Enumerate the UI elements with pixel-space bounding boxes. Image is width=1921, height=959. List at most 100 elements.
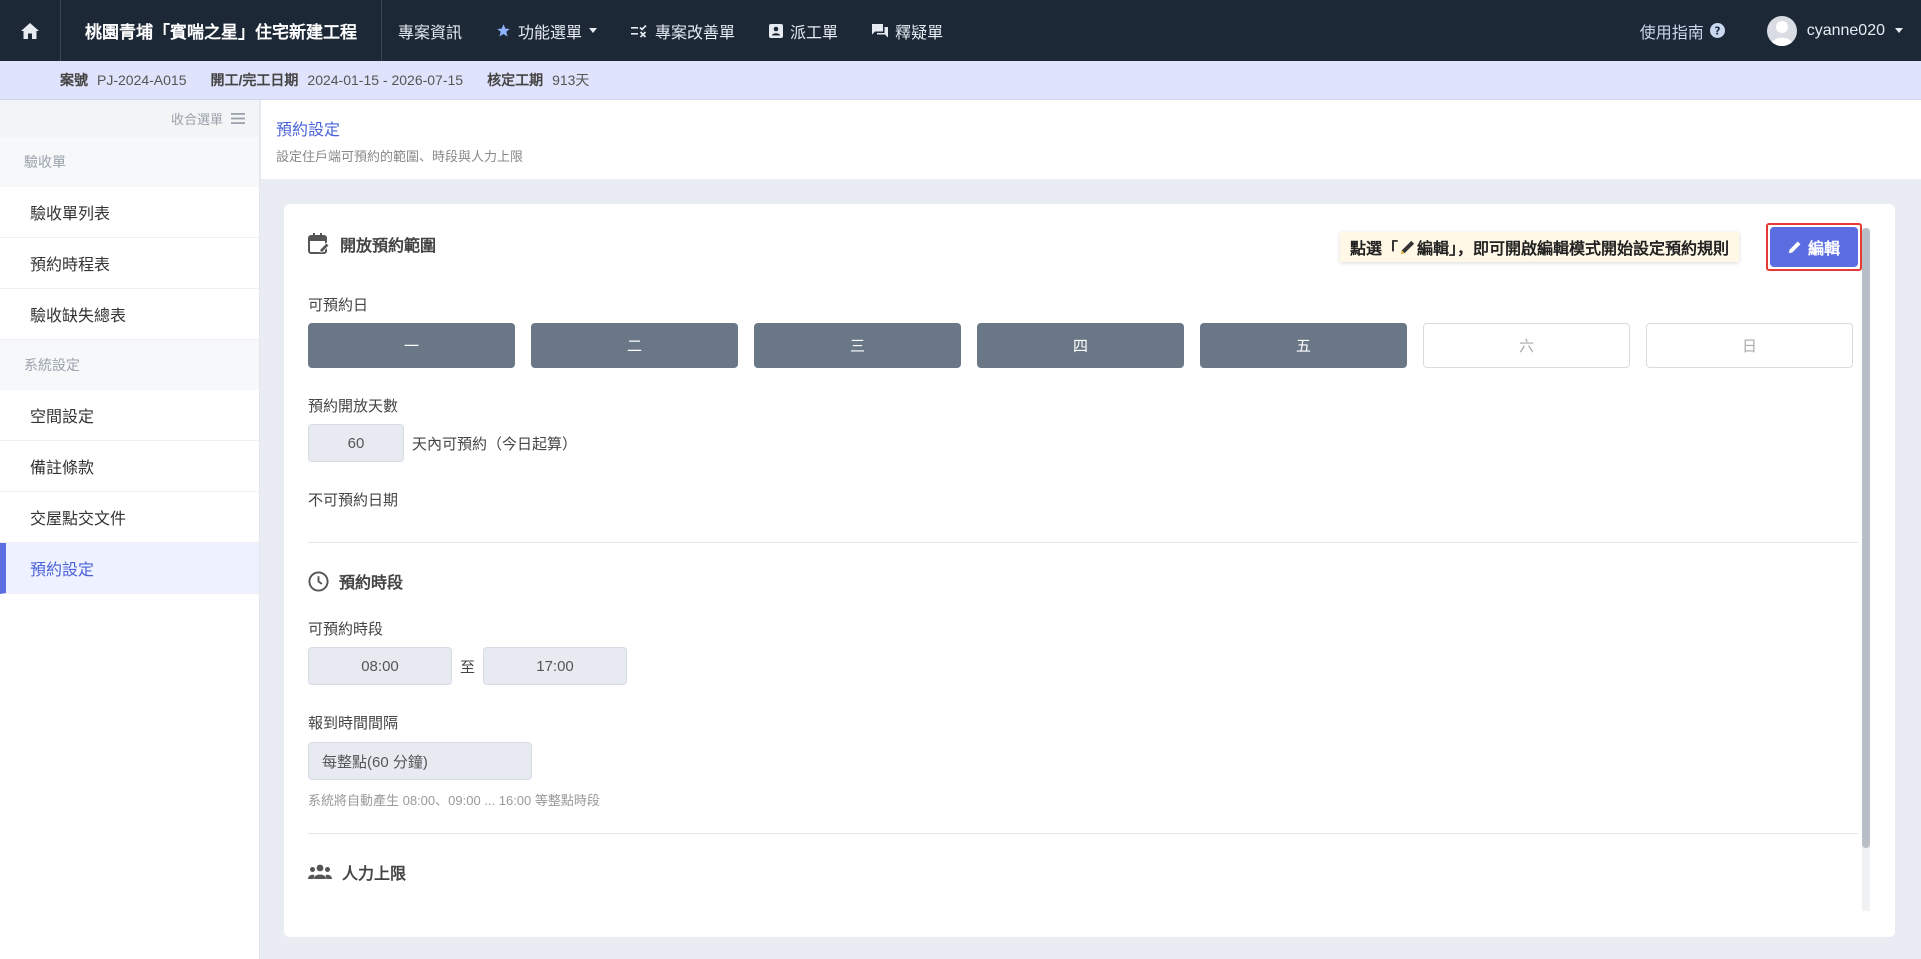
calendar-edit-icon (308, 233, 330, 254)
start-time-input[interactable]: 08:00 (308, 647, 452, 685)
section-time-slots-title: 預約時段 (308, 569, 403, 593)
weekday-toggle[interactable]: 一 (308, 323, 515, 368)
weekday-toggle[interactable]: 六 (1423, 323, 1630, 368)
divider (308, 542, 1858, 543)
weekday-toggle[interactable]: 二 (531, 323, 738, 368)
top-navbar: 桃園青埔「賓喘之星」住宅新建工程 專案資訊 功能選單 專案改善單 派工單 釋疑單… (0, 0, 1921, 61)
hamburger-icon (231, 113, 245, 124)
section-open-range-title: 開放預約範圍 (308, 232, 436, 256)
nav-project-info[interactable]: 專案資訊 (398, 19, 462, 43)
weekday-selector: 一二三四五六日 (308, 323, 1853, 368)
tooltip-edit-word: 編輯 (1417, 241, 1450, 258)
open-days-input[interactable]: 60 (308, 424, 404, 462)
info-key: 核定工期 (487, 72, 544, 88)
edit-hint-tooltip: 點選「 編輯 」，即可開啟編輯模式開始設定預約規則 (1340, 232, 1740, 262)
svg-text:?: ? (1714, 25, 1720, 37)
sidebar-section-system-settings: 系統設定 (0, 340, 259, 390)
open-days-suffix: 天內可預約（今日起算） (412, 435, 578, 453)
section-manpower-title: 人力上限 (308, 860, 406, 884)
available-days-label: 可預約日 (308, 297, 369, 314)
caret-down-icon (1895, 27, 1903, 33)
info-key: 開工/完工日期 (210, 72, 299, 88)
sidebar-item-inspection-list[interactable]: 驗收單列表 (0, 187, 259, 238)
nav-clarification-orders[interactable]: 釋疑單 (872, 19, 943, 43)
section-title-text: 人力上限 (342, 866, 407, 883)
caret-down-icon (589, 27, 598, 33)
interval-label: 報到時間間隔 (308, 715, 399, 732)
checklist-icon (631, 24, 647, 38)
time-range-row: 08:00 至 17:00 (308, 647, 628, 685)
collapse-label: 收合選單 (170, 112, 223, 127)
nav-label: 專案改善單 (655, 24, 736, 42)
weekday-toggle[interactable]: 三 (754, 323, 961, 368)
to-label: 至 (460, 658, 476, 676)
collapse-menu-button[interactable]: 收合選單 (0, 100, 259, 137)
pencil-icon (1400, 240, 1415, 254)
scrollbar-thumb[interactable] (1862, 228, 1870, 848)
guide-label: 使用指南 (1639, 24, 1704, 42)
info-value: 913天 (552, 72, 590, 88)
chat-icon (872, 23, 889, 37)
info-key: 案號 (60, 72, 88, 88)
section-title-text: 預約時段 (339, 575, 404, 592)
user-silhouette-icon (1770, 20, 1793, 46)
end-time-input[interactable]: 17:00 (483, 647, 628, 685)
case-number: 案號 PJ-2024-A015 (60, 70, 187, 90)
project-dates: 開工/完工日期 2024-01-15 - 2026-07-15 (211, 70, 464, 90)
sidebar-section-inspection: 驗收單 (0, 137, 259, 187)
nav-dispatch-orders[interactable]: 派工單 (769, 19, 838, 43)
open-days-row: 60 天內可預約（今日起算） (308, 424, 577, 462)
sidebar-item-defect-summary[interactable]: 驗收缺失總表 (0, 289, 259, 340)
sidebar-item-space-settings[interactable]: 空間設定 (0, 390, 259, 441)
sidebar-item-booking-settings[interactable]: 預約設定 (0, 543, 259, 594)
help-icon: ? (1709, 23, 1725, 38)
blocked-dates-label: 不可預約日期 (308, 492, 399, 509)
user-guide-link[interactable]: 使用指南 ? (1640, 19, 1725, 43)
project-title: 桃園青埔「賓喘之星」住宅新建工程 (61, 0, 382, 61)
nav-label: 功能選單 (518, 24, 583, 42)
nav-label: 派工單 (790, 24, 839, 42)
info-value: 2024-01-15 - 2026-07-15 (307, 72, 464, 88)
edit-button[interactable]: 編輯 (1770, 227, 1858, 267)
username: cyanne020 (1806, 21, 1885, 39)
settings-card: 開放預約範圍 可預約日 一二三四五六日 預約開放天數 60 天內可預約（今日起算… (284, 204, 1895, 937)
sidebar-item-handover-docs[interactable]: 交屋點交文件 (0, 492, 259, 543)
nav-function-menu[interactable]: 功能選單 (496, 19, 598, 43)
interval-hint: 系統將自動產生 08:00、09:00 ... 16:00 等整點時段 (308, 793, 600, 808)
avatar (1766, 15, 1797, 46)
clock-icon (308, 570, 329, 592)
users-icon (308, 864, 332, 879)
tooltip-prefix: 點選「 (1350, 241, 1399, 258)
open-days-label: 預約開放天數 (308, 398, 399, 415)
nav-improvement-orders[interactable]: 專案改善單 (631, 19, 735, 43)
sidebar-item-booking-schedule[interactable]: 預約時程表 (0, 238, 259, 289)
nav-label: 專案資訊 (398, 24, 463, 42)
page-description: 設定住戶端可預約的範圍、時段與人力上限 (276, 149, 524, 164)
nav-label: 釋疑單 (895, 24, 944, 42)
section-title-text: 開放預約範圍 (340, 238, 437, 255)
home-icon (21, 22, 39, 39)
star-icon (497, 24, 510, 37)
content-scrollbar[interactable] (1862, 228, 1870, 911)
user-menu[interactable]: cyanne020 (1766, 15, 1903, 46)
page-header: 預約設定 設定住戶端可預約的範圍、時段與人力上限 (261, 100, 1921, 179)
divider (308, 833, 1858, 834)
weekday-toggle[interactable]: 四 (977, 323, 1184, 368)
weekday-toggle[interactable]: 日 (1646, 323, 1853, 368)
main-nav: 專案資訊 功能選單 專案改善單 派工單 釋疑單 (398, 19, 943, 43)
weekday-toggle[interactable]: 五 (1200, 323, 1407, 368)
page-title: 預約設定 (276, 122, 341, 139)
topbar-right: 使用指南 ? cyanne020 (1640, 15, 1921, 46)
approved-period: 核定工期 913天 (487, 70, 589, 90)
sidebar: 收合選單 驗收單 驗收單列表 預約時程表 驗收缺失總表 系統設定 空間設定 備註… (0, 100, 260, 959)
home-button[interactable] (0, 0, 61, 61)
project-info-bar: 案號 PJ-2024-A015 開工/完工日期 2024-01-15 - 202… (0, 61, 1921, 100)
badge-icon (769, 24, 784, 38)
time-range-label: 可預約時段 (308, 621, 384, 638)
pencil-icon (1788, 241, 1801, 254)
edit-button-label: 編輯 (1807, 241, 1840, 258)
tooltip-suffix: 」，即可開啟編輯模式開始設定預約規則 (1449, 241, 1730, 258)
interval-select[interactable]: 每整點(60 分鐘) (308, 742, 532, 780)
sidebar-item-remarks[interactable]: 備註條款 (0, 441, 259, 492)
info-value: PJ-2024-A015 (97, 72, 187, 88)
